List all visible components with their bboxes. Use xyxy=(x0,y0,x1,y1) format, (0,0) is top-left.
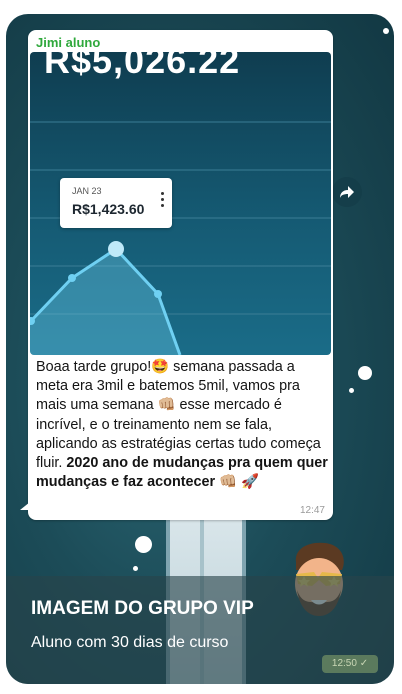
message-time: 12:47 xyxy=(299,505,325,516)
attached-image[interactable]: R$5,026.22 JAN 23 R$1,423.60 xyxy=(30,52,331,355)
bubble-tail xyxy=(20,502,30,510)
decor-dot xyxy=(358,366,372,380)
caption-banner: IMAGEM DO GRUPO VIP Aluno com 30 dias de… xyxy=(6,576,394,684)
forward-button[interactable] xyxy=(332,177,362,207)
caption-title: IMAGEM DO GRUPO VIP xyxy=(31,598,254,619)
chat-screenshot: Jimi aluno R$5,026.22 JAN 23 R$1,423.60 xyxy=(6,14,394,684)
chart-point xyxy=(154,290,162,298)
sender-name: Jimi aluno xyxy=(36,35,101,50)
message-bubble[interactable]: Jimi aluno R$5,026.22 JAN 23 R$1,423.60 xyxy=(28,30,333,520)
tooltip-value: R$1,423.60 xyxy=(72,201,145,217)
chart-tooltip: JAN 23 R$1,423.60 xyxy=(60,178,172,228)
chart-point xyxy=(68,274,76,282)
outgoing-message-time: 12:50 ✓ xyxy=(322,655,378,673)
balance-amount: R$5,026.22 xyxy=(44,52,241,81)
decor-dot xyxy=(135,536,152,553)
chart-point-selected xyxy=(108,241,124,257)
more-vertical-icon xyxy=(161,192,164,210)
decor-dot xyxy=(133,566,138,571)
message-text: Boaa tarde grupo!🤩 semana passada a meta… xyxy=(36,358,328,492)
forward-icon xyxy=(340,186,354,198)
caption-subtitle: Aluno com 30 dias de curso xyxy=(31,634,229,651)
tooltip-date: JAN 23 xyxy=(72,186,102,196)
decor-dot xyxy=(383,28,389,34)
message-text-bold: 2020 ano de mudanças pra quem quer mudan… xyxy=(36,455,328,491)
message-text-end: 👊🏼 🚀 xyxy=(215,474,260,491)
decor-dot xyxy=(349,388,354,393)
